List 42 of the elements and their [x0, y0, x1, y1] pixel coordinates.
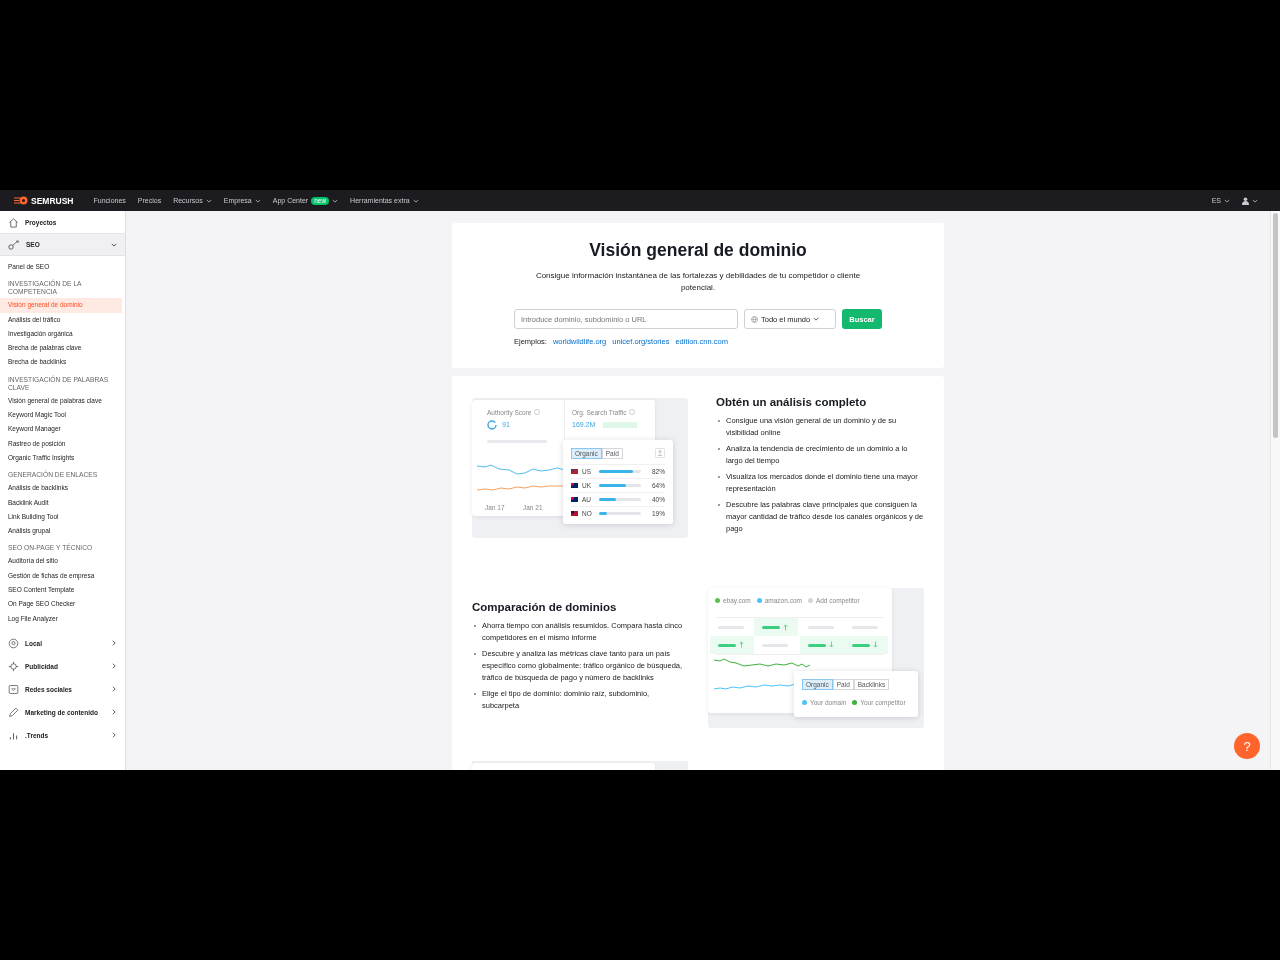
user-icon: [1242, 196, 1249, 205]
chevron-icon: [111, 241, 117, 248]
chevron-icon: [813, 316, 820, 322]
logo-icon: [14, 196, 28, 205]
info-icon: [534, 409, 541, 415]
chevron-icon: [111, 663, 117, 670]
chevron-icon: [111, 732, 117, 739]
pencil-icon: [8, 706, 19, 718]
placeholder-bar: [852, 644, 870, 647]
arrow-down-icon: [829, 641, 834, 648]
crosshair-icon: [8, 660, 19, 672]
scrollbar[interactable]: [1270, 211, 1280, 770]
info-icon: [629, 409, 636, 415]
globe-icon: [751, 315, 758, 323]
key-icon: [8, 239, 20, 250]
section-title: Obtén un análisis completo: [716, 396, 868, 408]
placeholder-bar: [808, 644, 826, 647]
chevron-icon: [111, 709, 117, 716]
arrow-up-icon: [783, 624, 788, 631]
arrow-up-icon: [739, 641, 744, 648]
chevron-icon: [111, 640, 117, 647]
page-title: Visión general de dominio: [589, 240, 807, 261]
chevron-icon: [1224, 197, 1230, 204]
chevron-icon: [111, 686, 117, 693]
flag-icon: [571, 469, 578, 474]
house-icon: [8, 216, 19, 228]
flag-icon: [571, 483, 578, 488]
placeholder-bar: [603, 421, 637, 428]
flag-icon: [571, 511, 578, 516]
arrow-down-icon: [873, 641, 878, 648]
flag-icon: [571, 497, 578, 502]
export-icon[interactable]: [655, 447, 665, 458]
message-icon: [8, 683, 19, 695]
section-title: Comparación de dominios: [472, 600, 618, 613]
logo-text: SEMRUSH: [31, 195, 74, 206]
progress-ring-icon: [487, 419, 497, 430]
chevron-icon: [1252, 197, 1258, 204]
location-pin-icon: [8, 637, 19, 649]
placeholder-bar: [762, 626, 780, 629]
placeholder-bar: [718, 644, 736, 647]
user-menu[interactable]: [1242, 196, 1258, 205]
page-subtitle: Consigue información instantánea de las fortalezas y debilidades de tu competidor o cliente potencial.: [534, 270, 862, 294]
